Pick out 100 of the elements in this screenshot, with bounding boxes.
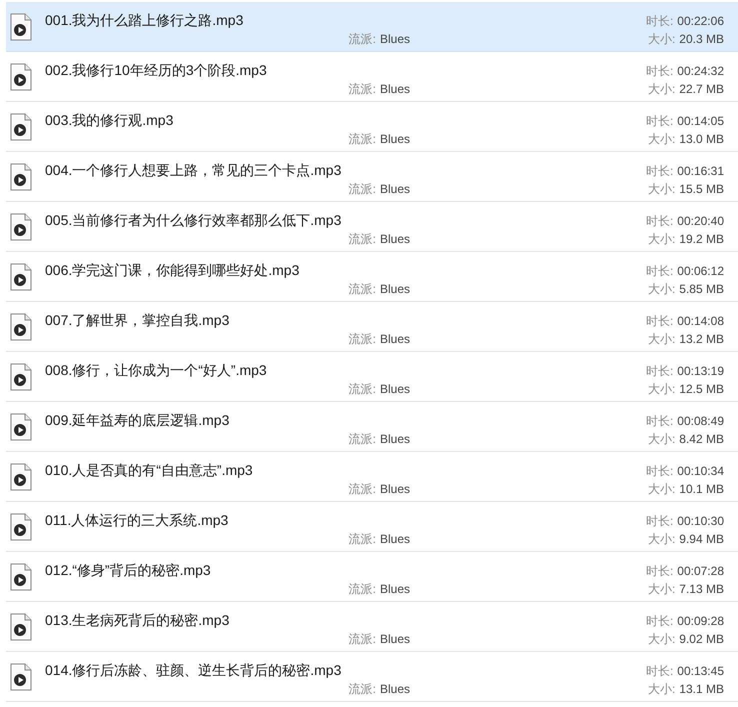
duration-value: 00:14:05 (677, 113, 724, 130)
file-name: 006.学完这门课，你能得到哪些好处.mp3 (45, 261, 300, 280)
size-label: 大小: (648, 431, 676, 448)
duration-label: 时长: (646, 413, 674, 430)
genre-label: 流派: (348, 531, 376, 547)
genre-label: 流派: (348, 31, 376, 47)
audio-file-icon (10, 613, 32, 641)
duration-label: 时长: (646, 263, 674, 280)
file-name: 007.了解世界，掌控自我.mp3 (45, 311, 230, 330)
duration-value: 00:07:28 (677, 563, 724, 580)
genre-label: 流派: (348, 631, 376, 647)
audio-file-icon (10, 63, 32, 91)
duration-label: 时长: (646, 463, 674, 480)
size-label: 大小: (648, 581, 676, 598)
genre-label: 流派: (348, 131, 376, 147)
audio-file-icon (10, 163, 32, 191)
file-name: 013.生老病死背后的秘密.mp3 (45, 611, 230, 630)
genre-label: 流派: (348, 281, 376, 297)
audio-file-icon (10, 13, 32, 41)
duration-value: 00:13:45 (677, 663, 724, 680)
audio-file-icon (10, 463, 32, 491)
genre-label: 流派: (348, 181, 376, 197)
audio-file-icon (10, 213, 32, 241)
genre-value: Blues (380, 581, 410, 597)
genre-value: Blues (380, 531, 410, 547)
audio-file-icon (10, 513, 32, 541)
genre-label: 流派: (348, 381, 376, 397)
audio-file-icon (10, 313, 32, 341)
duration-value: 00:10:30 (677, 513, 724, 530)
file-name: 002.我修行10年经历的3个阶段.mp3 (45, 61, 268, 80)
file-name: 005.当前修行者为什么修行效率都那么低下.mp3 (45, 211, 342, 230)
size-label: 大小: (648, 181, 676, 198)
duration-value: 00:20:40 (677, 213, 724, 230)
size-label: 大小: (648, 131, 676, 148)
size-value: 19.2 MB (679, 231, 724, 248)
genre-label: 流派: (348, 331, 376, 347)
genre-value: Blues (380, 331, 410, 347)
size-value: 9.94 MB (679, 531, 724, 548)
file-name: 014.修行后冻龄、驻颜、逆生长背后的秘密.mp3 (45, 661, 342, 680)
genre-value: Blues (380, 431, 410, 447)
duration-value: 00:08:49 (677, 413, 724, 430)
genre-value: Blues (380, 381, 410, 397)
size-value: 7.13 MB (679, 581, 724, 598)
duration-value: 00:14:08 (677, 313, 724, 330)
genre-value: Blues (380, 681, 410, 697)
audio-file-icon (10, 413, 32, 441)
duration-label: 时长: (646, 163, 674, 180)
size-value: 13.0 MB (679, 131, 724, 148)
duration-value: 00:22:06 (677, 13, 724, 30)
file-name: 008.修行，让你成为一个“好人”.mp3 (45, 361, 268, 380)
duration-value: 00:13:19 (677, 363, 724, 380)
duration-label: 时长: (646, 663, 674, 680)
size-label: 大小: (648, 31, 676, 48)
genre-label: 流派: (348, 81, 376, 97)
size-value: 8.42 MB (679, 431, 724, 448)
genre-value: Blues (380, 31, 410, 47)
audio-file-icon (10, 363, 32, 391)
size-value: 9.02 MB (679, 631, 724, 648)
duration-label: 时长: (646, 363, 674, 380)
size-label: 大小: (648, 81, 676, 98)
genre-label: 流派: (348, 231, 376, 247)
size-value: 10.1 MB (679, 481, 724, 498)
genre-label: 流派: (348, 681, 376, 697)
genre-value: Blues (380, 81, 410, 97)
duration-label: 时长: (646, 563, 674, 580)
genre-value: Blues (380, 281, 410, 297)
genre-value: Blues (380, 231, 410, 247)
duration-label: 时长: (646, 63, 674, 80)
size-value: 5.85 MB (679, 281, 724, 298)
size-label: 大小: (648, 681, 676, 698)
file-row[interactable]: 001.我为什么踏上修行之路.mp3 流派: Blues 时长: 00:22:06 大小: 20.3 MB (6, 2, 738, 52)
genre-value: Blues (380, 631, 410, 647)
size-label: 大小: (648, 231, 676, 248)
size-value: 15.5 MB (679, 181, 724, 198)
duration-value: 00:06:12 (677, 263, 724, 280)
duration-label: 时长: (646, 13, 674, 30)
duration-label: 时长: (646, 213, 674, 230)
genre-label: 流派: (348, 481, 376, 497)
audio-file-icon (10, 663, 32, 691)
file-name: 011.人体运行的三大系统.mp3 (45, 511, 230, 530)
size-value: 13.1 MB (679, 681, 724, 698)
size-label: 大小: (648, 531, 676, 548)
file-name: 004.一个修行人想要上路，常见的三个卡点.mp3 (45, 161, 342, 180)
audio-file-icon (10, 563, 32, 591)
size-value: 20.3 MB (679, 31, 724, 48)
file-name: 001.我为什么踏上修行之路.mp3 (45, 11, 244, 30)
duration-label: 时长: (646, 113, 674, 130)
genre-value: Blues (380, 131, 410, 147)
file-name: 003.我的修行观.mp3 (45, 111, 174, 130)
size-label: 大小: (648, 481, 676, 498)
genre-label: 流派: (348, 581, 376, 597)
size-value: 22.7 MB (679, 81, 724, 98)
audio-file-icon (10, 263, 32, 291)
duration-value: 00:16:31 (677, 163, 724, 180)
genre-value: Blues (380, 481, 410, 497)
size-label: 大小: (648, 281, 676, 298)
duration-label: 时长: (646, 613, 674, 630)
file-name: 012.“修身”背后的秘密.mp3 (45, 561, 212, 580)
duration-value: 00:09:28 (677, 613, 724, 630)
duration-value: 00:10:34 (677, 463, 724, 480)
